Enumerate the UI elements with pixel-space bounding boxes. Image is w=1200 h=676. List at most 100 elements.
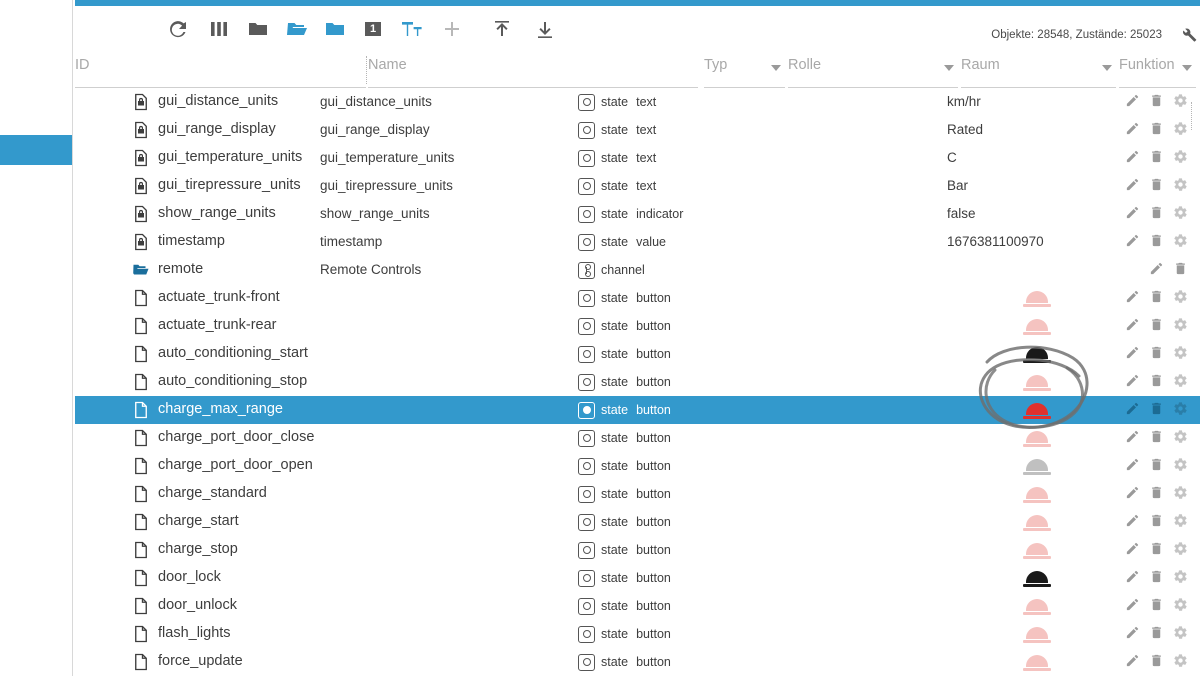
push-button-widget[interactable]	[1023, 319, 1051, 335]
sidebar-item-benutzerrolle[interactable]: Benutzerrolle	[0, 219, 72, 249]
sidebar-item-adapter[interactable]: Adapter	[0, 50, 72, 80]
edit-icon[interactable]	[1125, 485, 1140, 502]
push-button-widget[interactable]	[1023, 291, 1051, 307]
table-row[interactable]: charge_port_door_close state button	[75, 424, 1200, 452]
folder-filled-icon[interactable]	[322, 16, 348, 42]
settings-icon[interactable]	[1173, 485, 1188, 502]
table-row[interactable]: force_update state button	[75, 648, 1200, 676]
refresh-icon[interactable]	[165, 16, 191, 42]
edit-icon[interactable]	[1125, 205, 1140, 222]
delete-icon[interactable]	[1149, 541, 1164, 558]
edit-icon[interactable]	[1125, 597, 1140, 614]
table-row[interactable]: charge_standard state button	[75, 480, 1200, 508]
table-row[interactable]: flash_lights state button	[75, 620, 1200, 648]
delete-icon[interactable]	[1149, 177, 1164, 194]
edit-icon[interactable]	[1125, 289, 1140, 306]
sidebar-item--bersicht[interactable]: Übersicht	[0, 10, 72, 40]
delete-icon[interactable]	[1149, 569, 1164, 586]
table-row[interactable]: gui_range_display gui_range_display state t…	[75, 116, 1200, 144]
settings-icon[interactable]	[1173, 93, 1188, 110]
column-divider[interactable]	[366, 56, 367, 84]
edit-icon[interactable]	[1125, 93, 1140, 110]
delete-icon[interactable]	[1149, 401, 1164, 418]
chevron-down-icon[interactable]	[1102, 65, 1112, 71]
settings-icon[interactable]	[1173, 625, 1188, 642]
push-button-widget[interactable]	[1023, 571, 1051, 587]
settings-icon[interactable]	[1173, 401, 1188, 418]
push-button-widget[interactable]	[1023, 375, 1051, 391]
column-header-typ[interactable]: Typ	[704, 52, 785, 88]
delete-icon[interactable]	[1149, 513, 1164, 530]
settings-icon[interactable]	[1173, 233, 1188, 250]
import-icon[interactable]	[489, 16, 515, 42]
export-icon[interactable]	[532, 16, 558, 42]
sidebar-item-hosts[interactable]: Hosts	[0, 672, 72, 676]
folder-open-icon[interactable]	[284, 16, 310, 42]
table-row[interactable]: gui_tirepressure_units gui_tirepressure_u…	[75, 172, 1200, 200]
wrench-icon[interactable]	[1178, 24, 1198, 44]
table-row[interactable]: charge_start state button	[75, 508, 1200, 536]
settings-icon[interactable]	[1173, 177, 1188, 194]
delete-icon[interactable]	[1149, 429, 1164, 446]
delete-icon[interactable]	[1149, 205, 1164, 222]
sidebar-item-objekte[interactable]: Objekte	[0, 135, 72, 165]
settings-icon[interactable]	[1173, 513, 1188, 530]
table-row[interactable]: door_lock state button	[75, 564, 1200, 592]
settings-icon[interactable]	[1173, 149, 1188, 166]
table-row[interactable]: actuate_trunk-rear state button	[75, 312, 1200, 340]
column-header-rolle[interactable]: Rolle	[788, 52, 958, 88]
settings-icon[interactable]	[1173, 317, 1188, 334]
folder-closed-icon[interactable]	[245, 16, 271, 42]
edit-icon[interactable]	[1125, 653, 1140, 670]
edit-icon[interactable]	[1125, 457, 1140, 474]
edit-icon[interactable]	[1125, 317, 1140, 334]
edit-icon[interactable]	[1125, 569, 1140, 586]
text-size-icon[interactable]	[399, 16, 425, 42]
delete-icon[interactable]	[1149, 597, 1164, 614]
delete-icon[interactable]	[1149, 149, 1164, 166]
settings-icon[interactable]	[1173, 429, 1188, 446]
delete-icon[interactable]	[1149, 457, 1164, 474]
table-row[interactable]: show_range_units show_range_units state ind…	[75, 200, 1200, 228]
delete-icon[interactable]	[1149, 653, 1164, 670]
edit-icon[interactable]	[1125, 373, 1140, 390]
settings-icon[interactable]	[1173, 457, 1188, 474]
edit-icon[interactable]	[1125, 541, 1140, 558]
table-row[interactable]: actuate_trunk-front state button	[75, 284, 1200, 312]
sidebar-item-kommandos[interactable]: Kommandos	[0, 597, 72, 627]
sidebar-item-instanzen[interactable]: Instanzen	[0, 93, 72, 123]
delete-icon[interactable]	[1149, 93, 1164, 110]
table-row[interactable]: charge_port_door_open state button	[75, 452, 1200, 480]
depth-level-1-icon[interactable]: 1	[360, 16, 386, 42]
edit-icon[interactable]	[1125, 429, 1140, 446]
column-header-raum[interactable]: Raum	[961, 52, 1116, 88]
delete-icon[interactable]	[1149, 289, 1164, 306]
push-button-widget[interactable]	[1023, 599, 1051, 615]
add-icon[interactable]	[439, 16, 465, 42]
delete-icon[interactable]	[1149, 485, 1164, 502]
chevron-down-icon[interactable]	[1182, 65, 1192, 71]
sidebar-item-benutzer[interactable]: Benutzer	[0, 262, 72, 292]
settings-icon[interactable]	[1173, 373, 1188, 390]
push-button-widget[interactable]	[1023, 655, 1051, 671]
settings-icon[interactable]	[1173, 597, 1188, 614]
push-button-widget[interactable]	[1023, 487, 1051, 503]
table-row[interactable]: remote Remote Controls channel	[75, 256, 1200, 284]
settings-icon[interactable]	[1173, 121, 1188, 138]
object-table-body[interactable]: gui_distance_units gui_distance_units stat…	[75, 88, 1200, 676]
table-row[interactable]: auto_conditioning_start state button	[75, 340, 1200, 368]
table-row[interactable]: auto_conditioning_stop state button	[75, 368, 1200, 396]
column-header-id[interactable]: ID	[75, 52, 366, 88]
column-header-name[interactable]: Name	[368, 52, 698, 88]
settings-icon[interactable]	[1173, 345, 1188, 362]
delete-icon[interactable]	[1149, 345, 1164, 362]
edit-icon[interactable]	[1125, 177, 1140, 194]
sidebar-item-skripten[interactable]: Skripten	[0, 460, 72, 490]
table-row[interactable]: door_unlock state button	[75, 592, 1200, 620]
sidebar-item-shop[interactable]: Shop	[0, 505, 72, 535]
chevron-down-icon[interactable]	[944, 65, 954, 71]
edit-icon[interactable]	[1125, 625, 1140, 642]
edit-icon[interactable]	[1125, 345, 1140, 362]
settings-icon[interactable]	[1173, 569, 1188, 586]
edit-icon[interactable]	[1125, 401, 1140, 418]
